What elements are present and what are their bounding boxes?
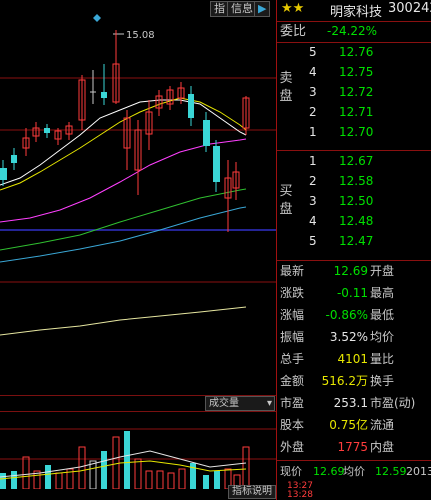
level-price: 12.47 (339, 234, 374, 248)
stat-value: 253.1 (333, 396, 368, 410)
weibi-label: 委比 (280, 24, 307, 39)
high-price-label: 15.08 (126, 30, 155, 41)
level-price: 12.76 (339, 45, 374, 59)
stock-name: 明家科技 (330, 5, 383, 20)
stat-value: 1775 (337, 440, 368, 454)
stat-label: 金额 (280, 374, 305, 388)
level-price: 12.67 (339, 154, 374, 168)
stat-row: 金额 516.2万 换手 (277, 372, 431, 391)
stat-label-2: 流通 (370, 418, 395, 432)
stat-row: 涨幅 -0.86% 最低 (277, 306, 431, 325)
level-number: 5 (309, 45, 317, 59)
quote-panel: ★★ 明家科技 300242 委比 -24.22% 卖盘 512.76412.7… (276, 0, 431, 500)
indicator-help-button[interactable]: 指标说明 (228, 485, 276, 499)
buy-level-row[interactable]: 2 12.58 (277, 172, 431, 191)
level-number: 2 (309, 174, 317, 188)
volume-indicator-label: 成交量 (209, 398, 239, 409)
kline-chart[interactable]: 15.08 (0, 0, 276, 395)
stat-value: 0.75亿 (329, 418, 368, 432)
stat-row: 股本 0.75亿 流通 (277, 416, 431, 435)
level-number: 3 (309, 85, 317, 99)
sell-level-row[interactable]: 4 12.75 (277, 63, 431, 82)
stat-label-2: 均价 (370, 330, 395, 344)
buy-level-row[interactable]: 4 12.48 (277, 212, 431, 231)
stat-label-2: 内盘 (370, 440, 395, 454)
avg-label: 均价 (343, 465, 365, 478)
sell-level-row[interactable]: 2 12.71 (277, 103, 431, 122)
volume-indicator-dropdown[interactable]: 成交量 ▾ (205, 396, 275, 411)
level-price: 12.48 (339, 214, 374, 228)
level-number: 4 (309, 214, 317, 228)
favorite-stars-icon[interactable]: ★★ (281, 1, 304, 16)
level-number: 5 (309, 234, 317, 248)
level-price: 12.70 (339, 125, 374, 139)
level-price: 12.72 (339, 85, 374, 99)
stat-value: -0.11 (336, 286, 368, 300)
stat-value: 4101 (337, 352, 368, 366)
level-price: 12.50 (339, 194, 374, 208)
stat-value: 516.2万 (321, 374, 368, 388)
stat-label-2: 市盈(动) (370, 396, 416, 410)
volume-header-bar: 成交量 ▾ (0, 395, 276, 412)
now-value: 12.69 (313, 465, 345, 478)
stat-label-2: 最高 (370, 286, 395, 300)
chevron-down-icon: ▾ (266, 398, 272, 409)
chart-footer: 指标说明 (0, 485, 276, 500)
now-label: 现价 (280, 465, 302, 478)
stat-row: 总手 4101 量比 (277, 350, 431, 369)
stat-label: 涨幅 (280, 308, 305, 322)
chart-marker-icon (93, 14, 101, 22)
now-price-row: 现价 12.69 均价 12.59 2013 (277, 462, 431, 481)
stat-label-2: 换手 (370, 374, 395, 388)
expand-arrow-button[interactable]: ▶ (254, 1, 271, 17)
level-price: 12.58 (339, 174, 374, 188)
weibi-value: -24.22% (327, 24, 378, 38)
buy-level-row[interactable]: 5 12.47 (277, 232, 431, 251)
stat-row: 外盘 1775 内盘 (277, 438, 431, 457)
sell-level-row[interactable]: 5 12.76 (277, 43, 431, 62)
level-number: 4 (309, 65, 317, 79)
stat-row: 振幅 3.52% 均价 (277, 328, 431, 347)
volume-chart[interactable] (0, 411, 276, 489)
level-number: 1 (309, 154, 317, 168)
stat-row: 市盈 253.1 市盈(动) (277, 394, 431, 413)
year-label: 2013 (406, 465, 431, 478)
stat-label: 振幅 (280, 330, 305, 344)
stat-label: 涨跌 (280, 286, 305, 300)
level-number: 1 (309, 125, 317, 139)
avg-value: 12.59 (375, 465, 407, 478)
stat-value: 3.52% (329, 330, 368, 344)
sell-level-row[interactable]: 1 12.70 (277, 123, 431, 142)
stat-label-2: 量比 (370, 352, 395, 366)
level-price: 12.75 (339, 65, 374, 79)
stock-header: ★★ 明家科技 300242 (277, 0, 431, 20)
level-number: 2 (309, 105, 317, 119)
buy-level-row[interactable]: 1 12.67 (277, 152, 431, 171)
sell-level-row[interactable]: 3 12.72 (277, 83, 431, 102)
stat-row: 最新 12.69 开盘 (277, 262, 431, 281)
stat-label-2: 最低 (370, 308, 395, 322)
level-price: 12.71 (339, 105, 374, 119)
stat-label: 总手 (280, 352, 305, 366)
info-button[interactable]: 信息 (227, 1, 257, 17)
stat-value: 12.69 (333, 264, 368, 278)
tick-time-2: 13:28 (287, 490, 313, 500)
weibi-row: 委比 -24.22% (277, 22, 431, 41)
stock-code: 300242 (388, 1, 431, 16)
stat-label: 外盘 (280, 440, 305, 454)
stat-label-2: 开盘 (370, 264, 395, 278)
stat-row: 涨跌 -0.11 最高 (277, 284, 431, 303)
buy-level-row[interactable]: 3 12.50 (277, 192, 431, 211)
stat-label: 股本 (280, 418, 305, 432)
stat-label: 市盈 (280, 396, 305, 410)
stat-value: -0.86% (325, 308, 368, 322)
stat-label: 最新 (280, 264, 305, 278)
level-number: 3 (309, 194, 317, 208)
